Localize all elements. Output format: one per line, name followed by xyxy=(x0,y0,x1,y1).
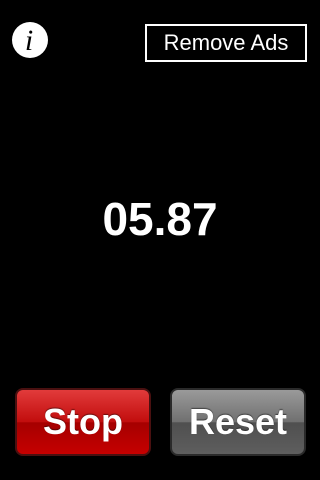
info-button[interactable]: i xyxy=(12,22,48,58)
info-icon: i xyxy=(24,24,34,57)
reset-button[interactable]: Reset xyxy=(170,388,306,456)
timer-display: 05.87 xyxy=(102,193,218,245)
remove-ads-button[interactable]: Remove Ads xyxy=(145,24,307,62)
stop-button[interactable]: Stop xyxy=(15,388,151,456)
